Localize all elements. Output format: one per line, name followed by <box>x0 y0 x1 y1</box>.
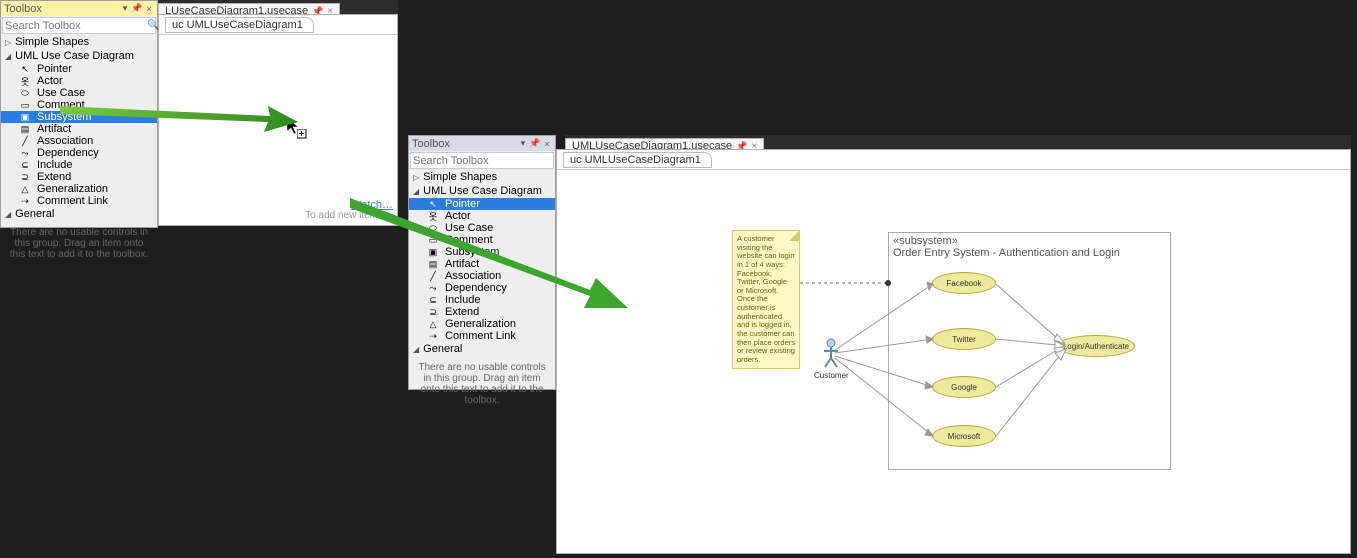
chevron-down-icon: ◢ <box>5 52 11 61</box>
breadcrumb-tab: uc UMLUseCaseDiagram1 <box>165 17 314 33</box>
subsystem-header: «subsystem» Order Entry System - Authent… <box>889 233 1170 261</box>
usecase-google[interactable]: Google <box>932 376 996 398</box>
chevron-down-icon: ◢ <box>413 187 419 196</box>
chevron-right-icon: ▷ <box>5 38 11 47</box>
usecase-login-authenticate[interactable]: Login/Authenticate <box>1057 335 1135 357</box>
annotation-arrow-icon <box>350 196 630 316</box>
comment-note[interactable]: A customer visiting the website can logi… <box>732 230 800 369</box>
tool-label: Association <box>37 135 93 147</box>
tool-icon: ⊇ <box>19 172 31 183</box>
toolbox-titlebar: Toolbox ▾ 📌 × <box>1 1 157 16</box>
usecase-twitter[interactable]: Twitter <box>932 328 996 350</box>
tool-label: Comment Link <box>445 330 516 342</box>
tool-icon: ↖ <box>19 64 31 75</box>
dropdown-icon[interactable]: ▾ <box>120 4 130 14</box>
search-input[interactable] <box>413 155 555 167</box>
tool-item-association[interactable]: ╱ Association <box>1 135 157 147</box>
toolbox-hint: There are no usable controls in this gro… <box>1 221 157 266</box>
chevron-down-icon: ◢ <box>413 345 419 354</box>
breadcrumb-tab: uc UMLUseCaseDiagram1 <box>563 152 712 168</box>
search-input[interactable] <box>5 20 147 32</box>
actor-icon <box>821 338 841 368</box>
section-general[interactable]: ◢ General <box>409 342 555 356</box>
tool-icon: ⊆ <box>19 160 31 171</box>
tool-icon: ⤳ <box>19 148 31 159</box>
tool-icon: ▤ <box>19 124 31 135</box>
tool-label: Extend <box>37 171 71 183</box>
chevron-down-icon: ◢ <box>5 210 11 219</box>
tool-label: Dependency <box>37 147 99 159</box>
usecase-microsoft[interactable]: Microsoft <box>932 425 996 447</box>
toolbox-search[interactable]: 🔍 ▾ <box>410 152 554 169</box>
tool-icon: ⇢ <box>427 331 439 342</box>
section-general[interactable]: ◢ General <box>1 207 157 221</box>
close-icon[interactable]: × <box>144 4 154 14</box>
tool-item-generalization[interactable]: △ Generalization <box>409 318 555 330</box>
close-icon[interactable]: × <box>542 139 552 149</box>
tool-label: Actor <box>37 75 63 87</box>
pin-icon[interactable]: 📌 <box>132 4 142 14</box>
tool-icon: △ <box>427 319 439 330</box>
note-text: A customer visiting the website can logi… <box>737 235 795 364</box>
breadcrumb: uc UMLUseCaseDiagram1 <box>557 150 1350 170</box>
tool-item-generalization[interactable]: △ Generalization <box>1 183 157 195</box>
section-uml-usecase[interactable]: ◢ UML Use Case Diagram <box>1 49 157 63</box>
toolbox-title: Toolbox <box>412 138 516 150</box>
toolbox-title: Toolbox <box>4 3 118 15</box>
toolbox-titlebar: Toolbox ▾ 📌 × <box>409 136 555 151</box>
tool-label: Generalization <box>445 318 516 330</box>
dropdown-icon[interactable]: ▾ <box>518 139 528 149</box>
tool-list-1: ↖Pointer옷Actor⬭Use Case▭Comment▣Subsyste… <box>1 63 157 207</box>
chevron-right-icon: ▷ <box>413 173 419 182</box>
tool-icon: ╱ <box>19 136 31 147</box>
pin-icon[interactable]: 📌 <box>530 139 540 149</box>
tool-item-extend[interactable]: ⊇ Extend <box>1 171 157 183</box>
tool-item-pointer[interactable]: ↖ Pointer <box>1 63 157 75</box>
tool-label: Comment Link <box>37 195 108 207</box>
tool-item-comment-link[interactable]: ⇢ Comment Link <box>409 330 555 342</box>
tool-item-comment-link[interactable]: ⇢ Comment Link <box>1 195 157 207</box>
toolbox-search[interactable]: 🔍 ▾ <box>2 17 156 34</box>
actor-label: Customer <box>814 371 849 380</box>
section-simple-shapes[interactable]: ▷ Simple Shapes <box>1 35 157 49</box>
tool-icon: ⬭ <box>19 88 31 99</box>
tool-icon: ▭ <box>19 100 31 111</box>
usecase-facebook[interactable]: Facebook <box>932 272 996 294</box>
tool-label: Generalization <box>37 183 108 195</box>
tool-label: Include <box>37 159 72 171</box>
annotation-arrow-icon <box>60 92 300 132</box>
note-fold-icon <box>789 231 799 241</box>
tool-icon: △ <box>19 184 31 195</box>
diagram-canvas-2[interactable]: uc UMLUseCaseDiagram1 A customer visitin… <box>556 149 1351 554</box>
toolbox-hint: There are no usable controls in this gro… <box>409 356 555 412</box>
actor-customer[interactable]: Customer <box>814 338 849 380</box>
tool-icon: 옷 <box>19 75 31 88</box>
tool-label: Pointer <box>37 63 72 75</box>
tool-item-include[interactable]: ⊆ Include <box>1 159 157 171</box>
breadcrumb: uc UMLUseCaseDiagram1 <box>159 15 397 35</box>
tool-item-dependency[interactable]: ⤳ Dependency <box>1 147 157 159</box>
section-simple-shapes[interactable]: ▷ Simple Shapes <box>409 170 555 184</box>
tool-icon: ▣ <box>19 112 31 123</box>
tool-item-actor[interactable]: 옷 Actor <box>1 75 157 87</box>
tool-icon: ⇢ <box>19 196 31 207</box>
